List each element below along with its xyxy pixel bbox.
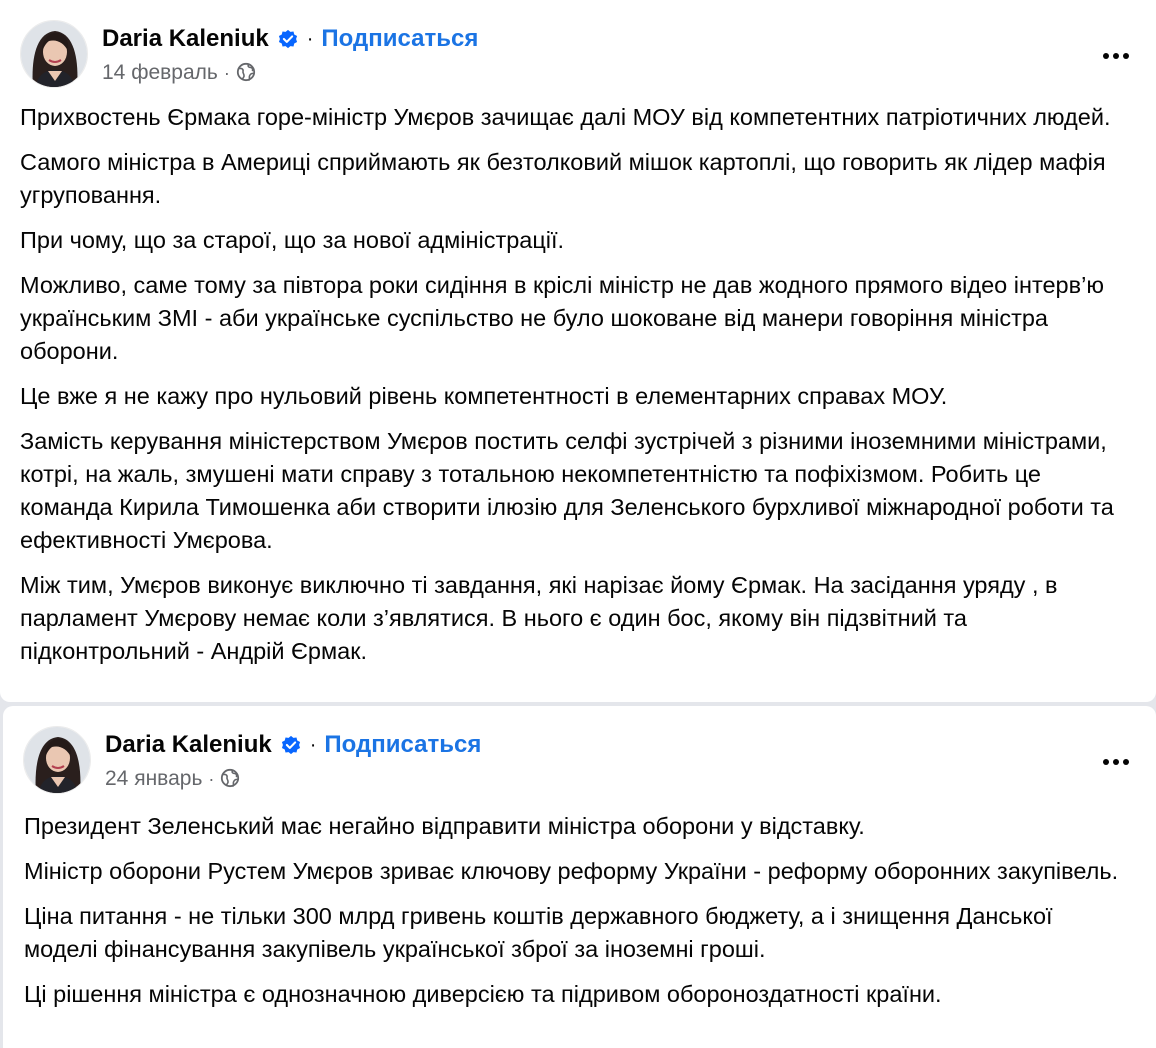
verified-badge-icon [277, 28, 299, 50]
post-paragraph: Замість керування міністерством Умєров п… [20, 428, 1114, 553]
post-paragraph: Самого міністра в Америці сприймають як … [20, 149, 1106, 208]
globe-icon[interactable] [236, 62, 258, 84]
post-paragraph: Ці рішення міністра є однозначною диверс… [24, 981, 942, 1007]
meta-separator-dot: · [223, 62, 230, 83]
post-paragraph: Міністр оборони Рустем Умєров зриває клю… [24, 858, 1119, 884]
subscribe-button[interactable]: Подписаться [321, 25, 478, 53]
post-paragraph: Ціна питання - не тільки 300 млрд гривен… [24, 903, 1053, 962]
subscribe-button[interactable]: Подписаться [324, 731, 481, 759]
post-header: Daria Kaleniuk · Подписаться 24 январь · [23, 726, 1136, 796]
header-text: Daria Kaleniuk · Подписаться 14 февраль … [102, 22, 478, 88]
post-text: Прихвостень Єрмака горе-міністр Умєров з… [20, 101, 1126, 680]
post-paragraph: Можливо, саме тому за півтора роки сидін… [20, 272, 1104, 364]
post-paragraph: При чому, що за старої, що за нової адмі… [20, 227, 565, 253]
name-line: Daria Kaleniuk · Подписаться [102, 22, 478, 56]
meta-line: 14 февраль · [102, 58, 478, 88]
meta-line: 24 январь · [105, 764, 481, 794]
post-date[interactable]: 14 февраль [102, 61, 218, 85]
author-avatar[interactable] [23, 726, 91, 794]
post-card: Daria Kaleniuk · Подписаться 24 январь · [3, 706, 1156, 1048]
post-paragraph: Президент Зеленський має негайно відправ… [24, 813, 865, 839]
post-text: Президент Зеленський має негайно відправ… [24, 810, 1126, 1023]
more-options-icon[interactable] [1096, 742, 1136, 782]
more-options-icon[interactable] [1096, 36, 1136, 76]
post-paragraph: Між тим, Умєров виконує виключно ті завд… [20, 572, 1058, 664]
post-card: Daria Kaleniuk · Подписаться 14 февраль … [0, 0, 1156, 702]
globe-icon[interactable] [220, 768, 242, 790]
post-header: Daria Kaleniuk · Подписаться 14 февраль … [20, 20, 1136, 90]
post-paragraph: Прихвостень Єрмака горе-міністр Умєров з… [20, 104, 1111, 130]
name-line: Daria Kaleniuk · Подписаться [105, 728, 481, 762]
author-name[interactable]: Daria Kaleniuk [105, 731, 272, 759]
author-name[interactable]: Daria Kaleniuk [102, 25, 269, 53]
author-avatar[interactable] [20, 20, 88, 88]
post-date[interactable]: 24 январь [105, 767, 202, 791]
post-paragraph: Це вже я не кажу про нульовий рівень ком… [20, 383, 948, 409]
separator-dot: · [309, 733, 317, 756]
verified-badge-icon [280, 734, 302, 756]
header-text: Daria Kaleniuk · Подписаться 24 январь · [105, 728, 481, 794]
meta-separator-dot: · [208, 768, 215, 789]
separator-dot: · [306, 27, 314, 50]
